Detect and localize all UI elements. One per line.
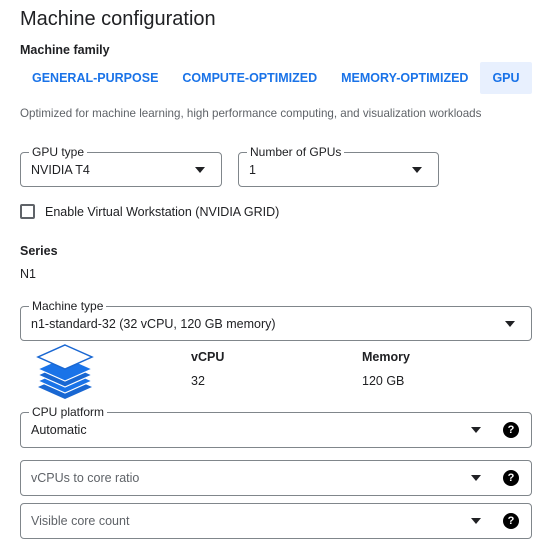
machine-type-select[interactable]: Machine type n1-standard-32 (32 vCPU, 12… bbox=[20, 299, 532, 341]
visible-core-count-placeholder: Visible core count bbox=[31, 514, 130, 528]
series-label: Series bbox=[20, 244, 58, 258]
machine-family-description: Optimized for machine learning, high per… bbox=[20, 107, 482, 120]
dropdown-arrow-icon bbox=[195, 166, 205, 173]
cpu-platform-select[interactable]: CPU platform Automatic ? bbox=[20, 405, 532, 448]
gpu-type-select[interactable]: GPU type NVIDIA T4 bbox=[20, 145, 222, 187]
gpu-count-select[interactable]: Number of GPUs 1 bbox=[238, 145, 439, 187]
page-title: Machine configuration bbox=[20, 8, 216, 30]
virtual-workstation-option[interactable]: Enable Virtual Workstation (NVIDIA GRID) bbox=[20, 204, 279, 219]
cpu-platform-value: Automatic bbox=[31, 423, 87, 437]
vcpus-ratio-select[interactable]: vCPUs to core ratio ? bbox=[20, 460, 532, 496]
gpu-type-value: NVIDIA T4 bbox=[31, 162, 90, 177]
machine-type-value: n1-standard-32 (32 vCPU, 120 GB memory) bbox=[31, 316, 276, 331]
vcpus-ratio-placeholder: vCPUs to core ratio bbox=[31, 471, 140, 485]
vcpu-value: 32 bbox=[191, 374, 205, 388]
series-value: N1 bbox=[20, 267, 36, 281]
tab-compute-optimized[interactable]: COMPUTE-OPTIMIZED bbox=[170, 62, 329, 94]
machine-family-tabs: GENERAL-PURPOSE COMPUTE-OPTIMIZED MEMORY… bbox=[20, 62, 532, 94]
visible-core-count-select[interactable]: Visible core count ? bbox=[20, 503, 532, 539]
tab-gpu[interactable]: GPU bbox=[480, 62, 532, 94]
virtual-workstation-checkbox[interactable] bbox=[20, 204, 35, 219]
dropdown-arrow-icon bbox=[505, 320, 515, 327]
dropdown-arrow-icon bbox=[471, 518, 481, 524]
vcpu-header: vCPU bbox=[191, 350, 225, 364]
tab-memory-optimized[interactable]: MEMORY-OPTIMIZED bbox=[329, 62, 480, 94]
dropdown-arrow-icon bbox=[471, 427, 481, 433]
help-icon[interactable]: ? bbox=[503, 422, 519, 438]
stacked-layers-icon bbox=[36, 344, 94, 399]
memory-header: Memory bbox=[362, 350, 410, 364]
virtual-workstation-label: Enable Virtual Workstation (NVIDIA GRID) bbox=[45, 204, 280, 219]
dropdown-arrow-icon bbox=[471, 475, 481, 481]
gpu-count-value: 1 bbox=[249, 162, 256, 177]
memory-value: 120 GB bbox=[362, 374, 405, 388]
gpu-count-label: Number of GPUs bbox=[247, 145, 345, 159]
help-icon[interactable]: ? bbox=[503, 470, 519, 486]
dropdown-arrow-icon bbox=[412, 166, 422, 173]
tab-general-purpose[interactable]: GENERAL-PURPOSE bbox=[20, 62, 170, 94]
machine-family-label: Machine family bbox=[20, 43, 110, 57]
help-icon[interactable]: ? bbox=[503, 513, 519, 529]
